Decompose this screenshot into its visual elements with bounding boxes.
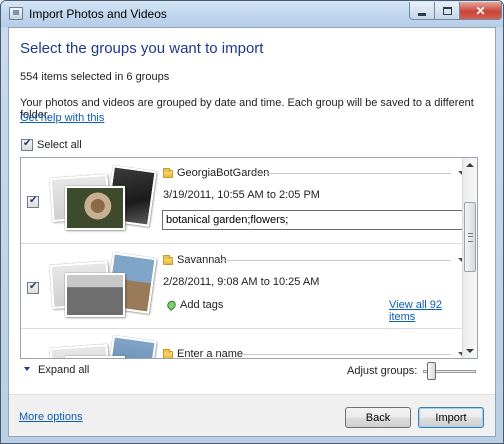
thumbnail-image [65, 186, 125, 230]
expand-all-button[interactable]: Expand all [38, 364, 89, 376]
window-title: Import Photos and Videos [29, 7, 167, 21]
adjust-groups-slider-thumb[interactable] [427, 362, 436, 380]
more-options-link[interactable]: More options [19, 411, 83, 423]
dialog-footer: More options Back Import [9, 394, 495, 436]
view-all-items-link[interactable]: View all 92 items [389, 299, 463, 323]
list-scrollbar[interactable] [462, 158, 477, 358]
tag-icon [165, 298, 178, 312]
scroll-up-arrow-icon[interactable] [466, 163, 474, 167]
adjust-groups-label: Adjust groups: [347, 365, 418, 377]
select-all-checkbox[interactable] [21, 138, 33, 151]
group-thumbnails [47, 335, 157, 358]
group-item: Savannah 2/28/2011, 9:08 AM to 10:25 AM … [21, 245, 466, 329]
minimize-icon [418, 12, 426, 16]
group-divider-line [241, 354, 451, 355]
thumbnail-image [65, 356, 125, 358]
groups-list: GeorgiaBotGarden 3/19/2011, 10:55 AM to … [20, 157, 478, 359]
folder-icon [163, 255, 173, 265]
scrollbar-thumb[interactable] [464, 202, 476, 272]
maximize-icon [442, 6, 452, 15]
group-divider-line [221, 260, 451, 261]
folder-icon [163, 168, 173, 178]
group-thumbnails [47, 252, 157, 323]
page-title: Select the groups you want to import [20, 40, 264, 57]
thumbnail-image [65, 273, 125, 317]
group-date-range: 3/19/2011, 10:55 AM to 2:05 PM [163, 189, 320, 201]
import-dialog-window: Import Photos and Videos ✕ Select the gr… [0, 0, 504, 444]
back-button[interactable]: Back [345, 407, 411, 428]
triangle-down-icon[interactable] [24, 367, 30, 371]
photo-import-icon [9, 7, 23, 20]
scroll-down-arrow-icon[interactable] [466, 349, 474, 353]
close-button[interactable]: ✕ [459, 2, 502, 20]
folder-icon [163, 349, 173, 358]
dialog-content: Select the groups you want to import 554… [8, 27, 496, 437]
maximize-button[interactable] [434, 2, 460, 20]
group-item: GeorgiaBotGarden 3/19/2011, 10:55 AM to … [21, 158, 474, 244]
group-name[interactable]: Savannah [177, 254, 227, 266]
add-tags-button[interactable]: Add tags [180, 299, 223, 311]
group-date-range: 2/28/2011, 9:08 AM to 10:25 AM [163, 276, 320, 288]
group-divider-line [253, 173, 451, 174]
minimize-button[interactable] [409, 2, 435, 20]
group-thumbnails [47, 165, 157, 236]
group-checkbox[interactable] [27, 195, 39, 208]
group-checkbox[interactable] [27, 281, 39, 294]
group-name-input[interactable]: Enter a name [177, 348, 243, 358]
import-button[interactable]: Import [418, 407, 484, 428]
help-link[interactable]: Get help with this [20, 112, 104, 124]
selection-count: 554 items selected in 6 groups [20, 71, 170, 83]
group-item: Enter a name [21, 330, 466, 358]
select-all-label[interactable]: Select all [37, 139, 82, 151]
close-icon: ✕ [475, 3, 486, 18]
title-bar[interactable]: Import Photos and Videos ✕ [1, 1, 503, 27]
tags-input[interactable] [162, 210, 474, 230]
